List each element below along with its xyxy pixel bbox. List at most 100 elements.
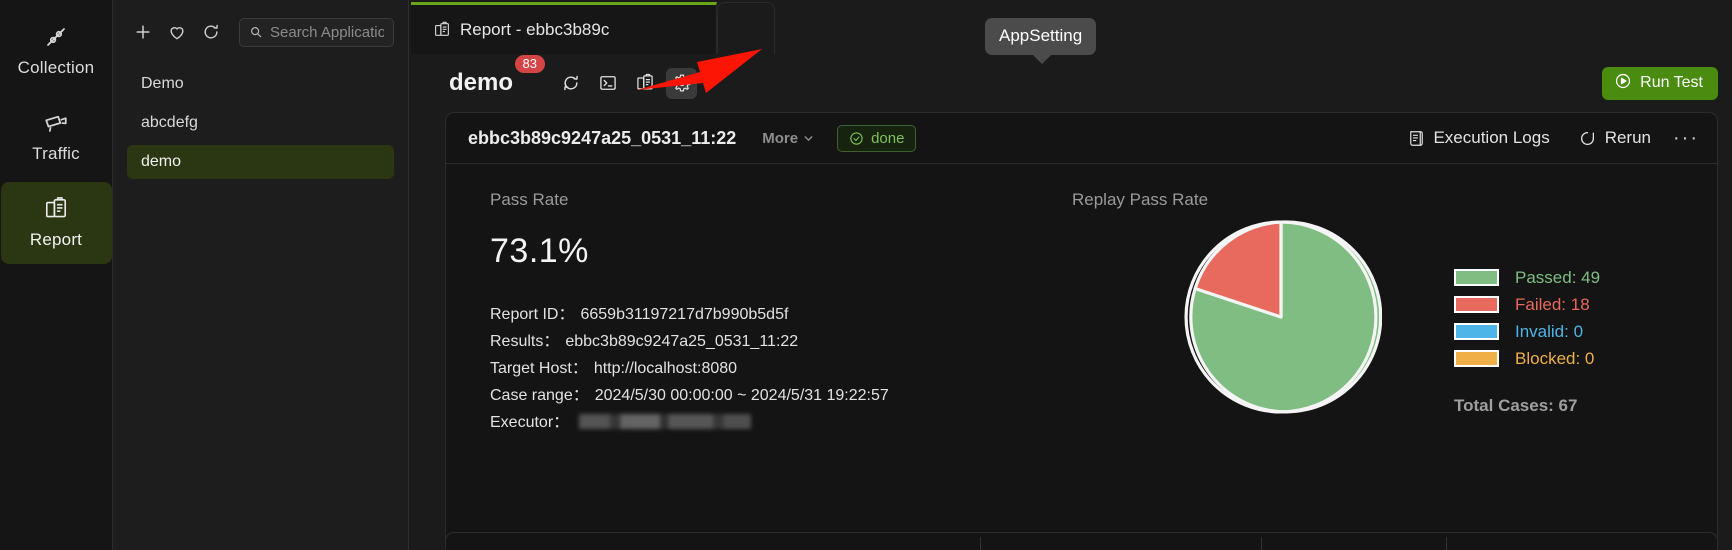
- total-cases-label: Total Cases: 67: [1454, 396, 1578, 415]
- status-badge-label: done: [871, 129, 905, 147]
- pass-rate-value: 73.1%: [490, 232, 589, 270]
- legend-item-blocked[interactable]: Blocked: 0: [1454, 345, 1600, 372]
- terminal-button[interactable]: [592, 68, 623, 99]
- app-header: demo 83 Run Test: [409, 54, 1732, 112]
- sidebar-item-collection[interactable]: Collection: [1, 10, 112, 92]
- bottom-table-panel: [445, 532, 1718, 550]
- plus-icon[interactable]: [133, 22, 153, 42]
- check-circle-icon: [850, 131, 863, 145]
- tooltip-appsetting: AppSetting: [985, 18, 1097, 64]
- sidebar-item-label: Traffic: [32, 144, 80, 163]
- app-header-actions: [555, 67, 698, 99]
- legend-swatch: [1454, 269, 1499, 286]
- sidebar-item-label: Collection: [17, 58, 95, 77]
- replay-pass-rate-section: Replay Pass Rate Passed: 49 Failed: 18 I…: [1006, 190, 1717, 436]
- legend-swatch: [1454, 323, 1499, 340]
- application-items: Demo abcdefg demo: [113, 67, 408, 179]
- detail-key: Target Host：: [490, 360, 588, 377]
- report-card: ebbc3b89c9247a25_0531_11:22 More done Ex…: [445, 112, 1718, 550]
- detail-row-case-range: Case range： 2024/5/30 00:00:00 ~ 2024/5/3…: [490, 382, 1006, 409]
- report-details-list: Report ID： 6659b31197217d7b990b5d5f Resul…: [490, 301, 1006, 436]
- report-card-body: Pass Rate 73.1% Report ID： 6659b31197217d…: [446, 164, 1717, 436]
- detail-row-target-host: Target Host： http://localhost:8080: [490, 355, 1006, 382]
- legend-label: Invalid: 0: [1515, 321, 1584, 341]
- column-divider: [980, 537, 981, 550]
- detail-key: Case range：: [490, 387, 589, 404]
- legend-item-invalid[interactable]: Invalid: 0: [1454, 318, 1600, 345]
- report-id-title: ebbc3b89c9247a25_0531_11:22: [468, 127, 737, 148]
- chevron-down-icon: [804, 135, 813, 141]
- tab-strip: Report - ebbc3b89c AppSetting: [409, 0, 1732, 64]
- search-input[interactable]: [270, 23, 384, 41]
- rerun-button[interactable]: Rerun: [1578, 128, 1651, 148]
- detail-value: 2024/5/30 00:00:00 ~ 2024/5/31 19:22:57: [594, 387, 889, 404]
- list-item[interactable]: abcdefg: [127, 106, 394, 140]
- refresh-icon[interactable]: [201, 22, 221, 42]
- detail-value: http://localhost:8080: [593, 360, 738, 377]
- main-content-area: Report - ebbc3b89c AppSetting demo 83 Ru…: [409, 0, 1732, 550]
- detail-key: Executor：: [490, 414, 570, 431]
- refresh-icon: [561, 73, 581, 93]
- detail-value: 6659b31197217d7b990b5d5f: [580, 306, 789, 323]
- collection-icon: [43, 24, 69, 50]
- status-badge-done: done: [837, 124, 917, 152]
- more-label: More: [762, 129, 799, 147]
- tab-label: Report - ebbc3b89c: [460, 19, 610, 39]
- gear-icon: [672, 73, 692, 93]
- pie-chart: [1184, 220, 1382, 414]
- column-divider: [1446, 537, 1447, 550]
- list-item[interactable]: demo: [127, 145, 394, 179]
- play-circle-icon: [1614, 72, 1632, 95]
- legend-item-passed[interactable]: Passed: 49: [1454, 264, 1600, 291]
- search-icon: [251, 27, 262, 38]
- sidebar-item-label: Report: [29, 230, 83, 249]
- detail-row-results: Results： ebbc3b89c9247a25_0531_11:22: [490, 328, 1006, 355]
- report-card-header: ebbc3b89c9247a25_0531_11:22 More done Ex…: [446, 113, 1717, 164]
- legend-item-failed[interactable]: Failed: 18: [1454, 291, 1600, 318]
- application-list-panel: Demo abcdefg demo: [113, 0, 409, 550]
- rerun-label: Rerun: [1604, 128, 1652, 147]
- rerun-icon: [1580, 131, 1594, 145]
- terminal-icon: [598, 73, 618, 93]
- refresh-button[interactable]: [555, 68, 586, 99]
- page-title-text: demo: [449, 69, 514, 96]
- status-badge: 83: [514, 55, 546, 73]
- detail-row-report-id: Report ID： 6659b31197217d7b990b5d5f: [490, 301, 1006, 328]
- pass-rate-label: Pass Rate: [490, 190, 569, 209]
- pie-chart-area: Passed: 49 Failed: 18 Invalid: 0 Blocked…: [1072, 216, 1717, 418]
- execution-logs-label: Execution Logs: [1433, 128, 1550, 147]
- legend-swatch: [1454, 296, 1499, 313]
- tooltip-text: AppSetting: [999, 26, 1083, 45]
- detail-row-executor: Executor：: [490, 409, 1006, 436]
- replay-pass-rate-label: Replay Pass Rate: [1072, 190, 1209, 209]
- redacted-value: [579, 414, 752, 429]
- search-application-box[interactable]: [239, 17, 394, 47]
- logs-icon: [1410, 130, 1424, 146]
- report-clipboard-icon: [43, 196, 69, 222]
- sidebar-item-report[interactable]: Report: [0, 182, 112, 264]
- application-window: Collection Traffic Report Search Applica…: [0, 0, 1732, 550]
- pass-rate-section: Pass Rate 73.1% Report ID： 6659b31197217d…: [446, 190, 1006, 436]
- execution-logs-button[interactable]: Execution Logs: [1406, 128, 1550, 148]
- legend-label: Passed: 49: [1515, 267, 1601, 287]
- legend-swatch: [1454, 350, 1499, 367]
- application-list-toolbar: [113, 17, 408, 47]
- pie-legend: Passed: 49 Failed: 18 Invalid: 0 Blocked…: [1454, 264, 1600, 416]
- sidebar-item-traffic[interactable]: Traffic: [1, 96, 112, 178]
- primary-nav-rail: Collection Traffic Report: [0, 0, 113, 550]
- run-test-button[interactable]: Run Test: [1602, 66, 1718, 100]
- detail-key: Results：: [490, 333, 560, 350]
- run-test-label: Run Test: [1640, 74, 1703, 91]
- legend-label: Blocked: 0: [1515, 348, 1595, 368]
- report-clipboard-icon: [435, 21, 449, 36]
- app-setting-button[interactable]: [666, 67, 698, 99]
- detail-key: Report ID：: [490, 306, 575, 323]
- report-button[interactable]: [629, 68, 660, 99]
- legend-label: Failed: 18: [1515, 294, 1590, 314]
- heart-icon[interactable]: [167, 22, 187, 42]
- tab-report[interactable]: Report - ebbc3b89c: [411, 2, 717, 54]
- more-dropdown[interactable]: More: [762, 130, 815, 147]
- list-item[interactable]: Demo: [127, 67, 394, 101]
- overflow-menu-button[interactable]: ···: [1673, 128, 1699, 148]
- tab-next-placeholder[interactable]: [717, 2, 775, 54]
